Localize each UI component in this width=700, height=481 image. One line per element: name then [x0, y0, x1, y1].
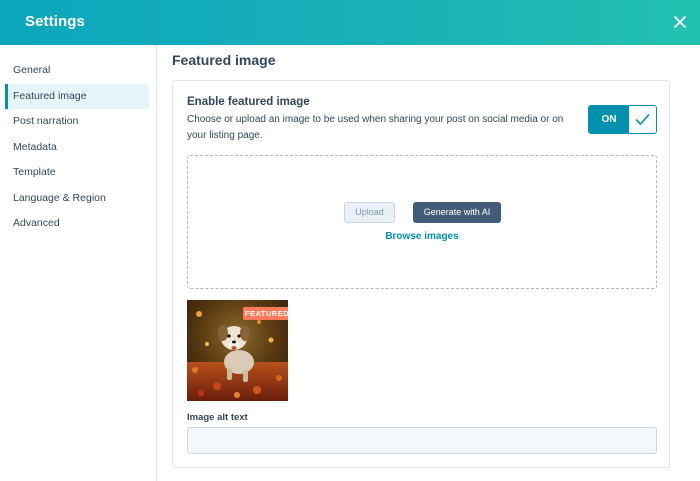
sidebar-item-template[interactable]: Template	[5, 160, 149, 185]
sidebar-item-general[interactable]: General	[5, 58, 149, 83]
featured-image-thumbnail[interactable]: FEATURED	[187, 300, 288, 401]
sidebar-item-advanced[interactable]: Advanced	[5, 211, 149, 236]
image-alt-text-input[interactable]	[187, 427, 657, 454]
toggle-on-label: ON	[589, 106, 629, 133]
sidebar-item-language-region[interactable]: Language & Region	[5, 186, 149, 211]
sidebar-item-post-narration[interactable]: Post narration	[5, 109, 149, 134]
upload-button[interactable]: Upload	[344, 202, 395, 223]
enable-featured-image-heading: Enable featured image	[187, 96, 310, 108]
settings-header: Settings	[0, 0, 700, 45]
checkmark-icon	[635, 113, 650, 126]
image-dropzone[interactable]: Upload Generate with AI Browse images	[187, 155, 657, 289]
featured-image-card: Enable featured image Choose or upload a…	[172, 80, 670, 468]
sidebar-item-featured-image[interactable]: Featured image	[5, 84, 149, 109]
generate-with-ai-button[interactable]: Generate with AI	[413, 202, 501, 223]
settings-sidebar: General Featured image Post narration Me…	[0, 45, 157, 481]
page-title: Featured image	[172, 52, 276, 68]
sidebar-item-metadata[interactable]: Metadata	[5, 135, 149, 160]
header-title: Settings	[25, 13, 85, 30]
browse-images-link[interactable]: Browse images	[188, 231, 656, 242]
enable-featured-image-description: Choose or upload an image to be used whe…	[187, 114, 564, 141]
featured-badge: FEATURED	[243, 307, 288, 320]
close-icon[interactable]	[672, 14, 688, 30]
image-alt-text-label: Image alt text	[187, 412, 248, 423]
featured-image-toggle[interactable]: ON	[588, 105, 657, 134]
